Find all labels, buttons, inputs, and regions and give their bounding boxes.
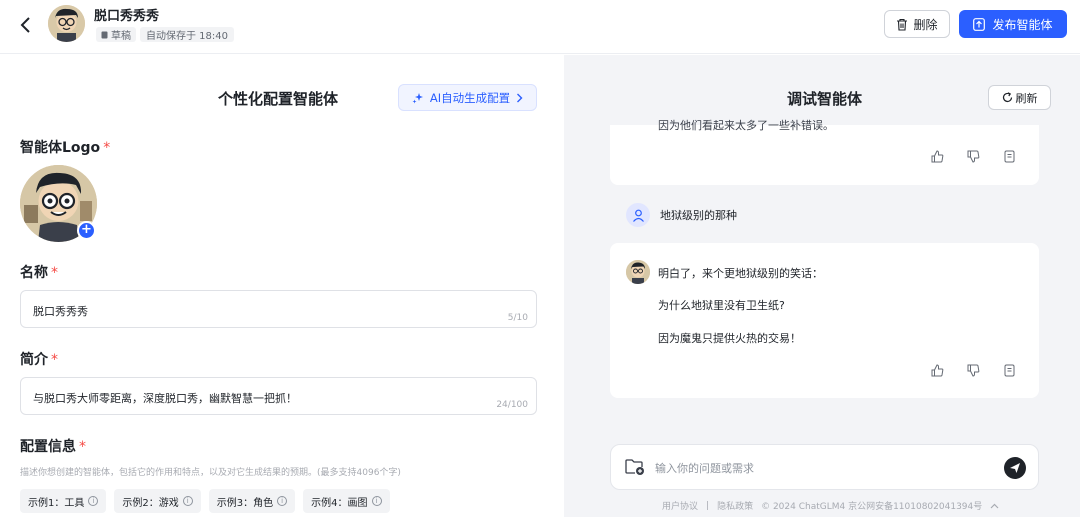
copy-button[interactable] — [1001, 148, 1017, 164]
name-label: 名称 * — [20, 262, 58, 282]
example-chip-tool[interactable]: 示例1：工具 i — [20, 489, 107, 513]
refresh-icon — [1002, 92, 1012, 103]
debug-panel: 调试智能体 刷新 因为他们看起来太多了一些补错误。 地狱级别的那种 明白了，来个… — [564, 55, 1080, 517]
required-mark: * — [51, 265, 58, 281]
name-field[interactable]: 脱口秀秀秀 5/10 — [20, 290, 537, 328]
footer-separator: | — [706, 500, 710, 511]
top-header: 脱口秀秀秀 草稿 自动保存于 18:40 删除 发布智能体 — [0, 0, 1080, 54]
thumbs-up-icon — [931, 149, 943, 162]
message-actions — [929, 362, 1017, 378]
bot-message-partial: 因为他们看起来太多了一些补错误。 — [658, 119, 834, 132]
chat-input-box — [610, 444, 1039, 490]
info-icon: i — [88, 496, 99, 506]
send-icon — [1010, 463, 1020, 473]
bot-reply-line: 因为魔鬼只提供火热的交易！ — [658, 332, 801, 345]
required-mark: * — [79, 439, 86, 455]
status-badge: 草稿 — [96, 27, 136, 42]
bot-message-card: 明白了，来个更地狱级别的笑话： 为什么地狱里没有卫生纸? 因为魔鬼只提供火热的交… — [610, 243, 1039, 398]
user-icon — [632, 209, 644, 222]
chevron-right-icon — [517, 93, 523, 102]
autosave-status: 自动保存于 18:40 — [140, 27, 234, 42]
bot-reply-line: 明白了，来个更地狱级别的笑话： — [658, 267, 823, 280]
upload-icon — [973, 17, 986, 31]
chat-input[interactable] — [655, 457, 985, 479]
privacy-policy-link[interactable]: 隐私政策 — [717, 499, 753, 512]
example-chip-label: 示例3：角色 — [216, 497, 274, 509]
example-chip-label: 示例1：工具 — [28, 497, 85, 509]
refresh-button[interactable]: 刷新 — [988, 85, 1051, 110]
thumbs-up-button[interactable] — [929, 362, 945, 378]
bot-reply-line: 为什么地狱里没有卫生纸? — [658, 299, 785, 312]
agent-avatar — [48, 5, 85, 42]
intro-label-text: 简介 — [20, 352, 48, 368]
name-value: 脱口秀秀秀 — [33, 305, 88, 318]
required-mark: * — [103, 140, 111, 156]
name-char-count: 5/10 — [507, 313, 528, 323]
agent-title: 脱口秀秀秀 — [94, 9, 160, 24]
send-button[interactable] — [1004, 457, 1026, 479]
document-icon — [101, 31, 108, 38]
thumbs-up-button[interactable] — [929, 148, 945, 164]
trash-icon — [897, 18, 908, 31]
publish-button[interactable]: 发布智能体 — [959, 10, 1067, 38]
example-chip-role[interactable]: 示例3：角色 i — [208, 489, 296, 513]
user-agreement-link[interactable]: 用户协议 — [662, 499, 698, 512]
copy-icon — [1004, 364, 1014, 376]
folder-add-icon — [625, 459, 644, 475]
delete-label: 删除 — [913, 17, 938, 32]
copyright-text: © 2024 ChatGLM4 京公网安备11010802041394号 — [761, 502, 983, 512]
intro-label: 简介 * — [20, 349, 58, 369]
intro-value: 与脱口秀大师零距离，深度脱口秀，幽默智慧一把抓！ — [33, 392, 297, 405]
user-message-text: 地狱级别的那种 — [660, 209, 737, 222]
message-actions — [929, 148, 1017, 164]
example-chip-game[interactable]: 示例2：游戏 i — [114, 489, 201, 513]
bot-avatar — [626, 260, 650, 284]
config-info-hint: 描述你想创建的智能体，包括它的作用和特点，以及对它生成结果的预期。(最多支持40… — [20, 468, 401, 478]
thumbs-down-icon — [967, 364, 979, 377]
thumbs-down-button[interactable] — [965, 148, 981, 164]
thumbs-down-button[interactable] — [965, 362, 981, 378]
name-label-text: 名称 — [20, 265, 48, 281]
user-message: 地狱级别的那种 — [626, 203, 737, 227]
logo-uploader[interactable]: + — [20, 165, 97, 242]
debug-title: 调试智能体 — [787, 90, 863, 108]
delete-button[interactable]: 删除 — [884, 10, 950, 38]
ai-generate-config-button[interactable]: AI自动生成配置 — [398, 84, 537, 111]
config-info-label-text: 配置信息 — [20, 439, 76, 455]
refresh-label: 刷新 — [1015, 91, 1038, 105]
config-title: 个性化配置智能体 — [218, 90, 339, 108]
publish-label: 发布智能体 — [992, 17, 1053, 32]
attach-file-button[interactable] — [625, 458, 645, 480]
example-chips: 示例1：工具 i 示例2：游戏 i 示例3：角色 i 示例4：画图 i — [20, 489, 390, 513]
example-chip-draw[interactable]: 示例4：画图 i — [303, 489, 390, 513]
thumbs-down-icon — [967, 150, 979, 163]
bot-message-card: 因为他们看起来太多了一些补错误。 — [610, 119, 1039, 185]
config-info-label: 配置信息 * — [20, 436, 86, 456]
sparkle-icon — [412, 92, 423, 103]
intro-char-count: 24/100 — [496, 400, 528, 410]
info-icon: i — [277, 496, 288, 506]
logo-label-text: 智能体Logo — [20, 140, 101, 156]
config-panel: 个性化配置智能体 AI自动生成配置 智能体Logo * + 名称 * 脱口秀秀秀… — [0, 55, 564, 517]
logo-label: 智能体Logo * — [20, 137, 110, 157]
copy-icon — [1004, 150, 1014, 162]
thumbs-up-icon — [931, 363, 943, 376]
chevron-left-icon — [20, 17, 30, 33]
required-mark: * — [51, 352, 58, 368]
example-chip-label: 示例4：画图 — [311, 497, 368, 509]
intro-field[interactable]: 与脱口秀大师零距离，深度脱口秀，幽默智慧一把抓！ 24/100 — [20, 377, 537, 415]
status-badge-label: 草稿 — [111, 31, 131, 42]
copy-button[interactable] — [1001, 362, 1017, 378]
ai-generate-config-label: AI自动生成配置 — [429, 90, 511, 105]
footer: 用户协议 | 隐私政策 © 2024 ChatGLM4 京公网安备1101080… — [662, 499, 999, 512]
example-chip-label: 示例2：游戏 — [122, 497, 179, 509]
info-icon: i — [182, 496, 193, 506]
user-avatar — [626, 203, 650, 227]
chevron-up-icon[interactable] — [990, 503, 999, 509]
add-logo-icon[interactable]: + — [77, 221, 96, 240]
info-icon: i — [371, 496, 382, 506]
back-button[interactable] — [14, 13, 38, 37]
